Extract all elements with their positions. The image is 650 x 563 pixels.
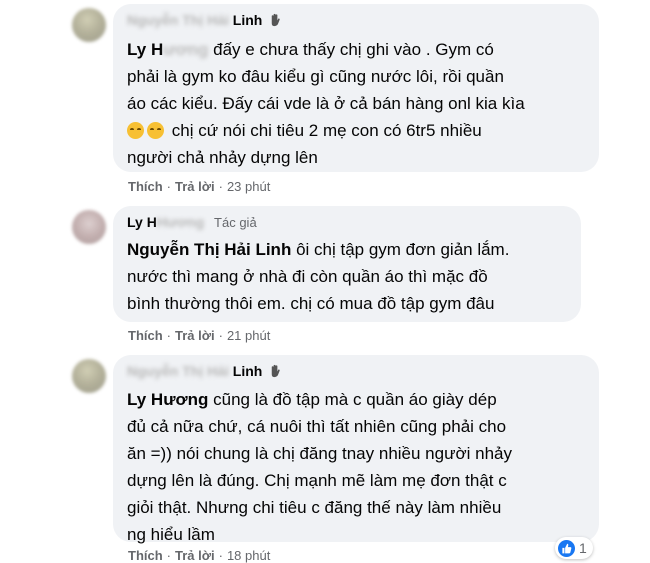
mention-link[interactable]: Ly Hương xyxy=(127,40,208,59)
like-link[interactable]: Thích xyxy=(128,328,163,343)
reply-link[interactable]: Trả lời xyxy=(175,179,215,194)
comment-author[interactable]: Nguyễn Thị Hải Linh xyxy=(127,363,283,379)
relieved-face-icon xyxy=(147,122,164,139)
comment-actions: Thích · Trả lời · 23 phút xyxy=(128,179,271,194)
avatar[interactable] xyxy=(72,8,106,42)
avatar[interactable] xyxy=(72,359,106,393)
comment-author[interactable]: Nguyễn Thị Hải Linh xyxy=(127,12,283,28)
comment-actions: Thích · Trả lời · 21 phút xyxy=(128,328,271,343)
mention-link[interactable]: Ly Hương xyxy=(127,390,208,409)
reaction-summary[interactable]: 1 xyxy=(555,537,593,559)
mention-link[interactable]: Nguyễn Thị Hải Linh xyxy=(127,240,291,259)
comment-text: Nguyễn Thị Hải Linh ôi chị tập gym đơn g… xyxy=(127,240,510,313)
like-link[interactable]: Thích xyxy=(128,179,163,194)
comment-text: Ly Hương đấy e chưa thấy chị ghi vào . G… xyxy=(127,40,525,167)
waving-hand-icon xyxy=(271,13,280,27)
waving-hand-icon xyxy=(271,364,280,378)
relieved-face-icon xyxy=(127,122,144,139)
timestamp[interactable]: 21 phút xyxy=(227,328,270,343)
thumbs-up-icon xyxy=(558,539,575,557)
reaction-count: 1 xyxy=(579,540,587,556)
author-badge: Tác giả xyxy=(214,215,257,230)
avatar[interactable] xyxy=(72,210,106,244)
comment-author[interactable]: Ly HHương Tác giả xyxy=(127,214,257,230)
timestamp[interactable]: 23 phút xyxy=(227,179,270,194)
reply-link[interactable]: Trả lời xyxy=(175,328,215,343)
comment-text: Ly Hương cũng là đồ tập mà c quần áo già… xyxy=(127,390,512,544)
